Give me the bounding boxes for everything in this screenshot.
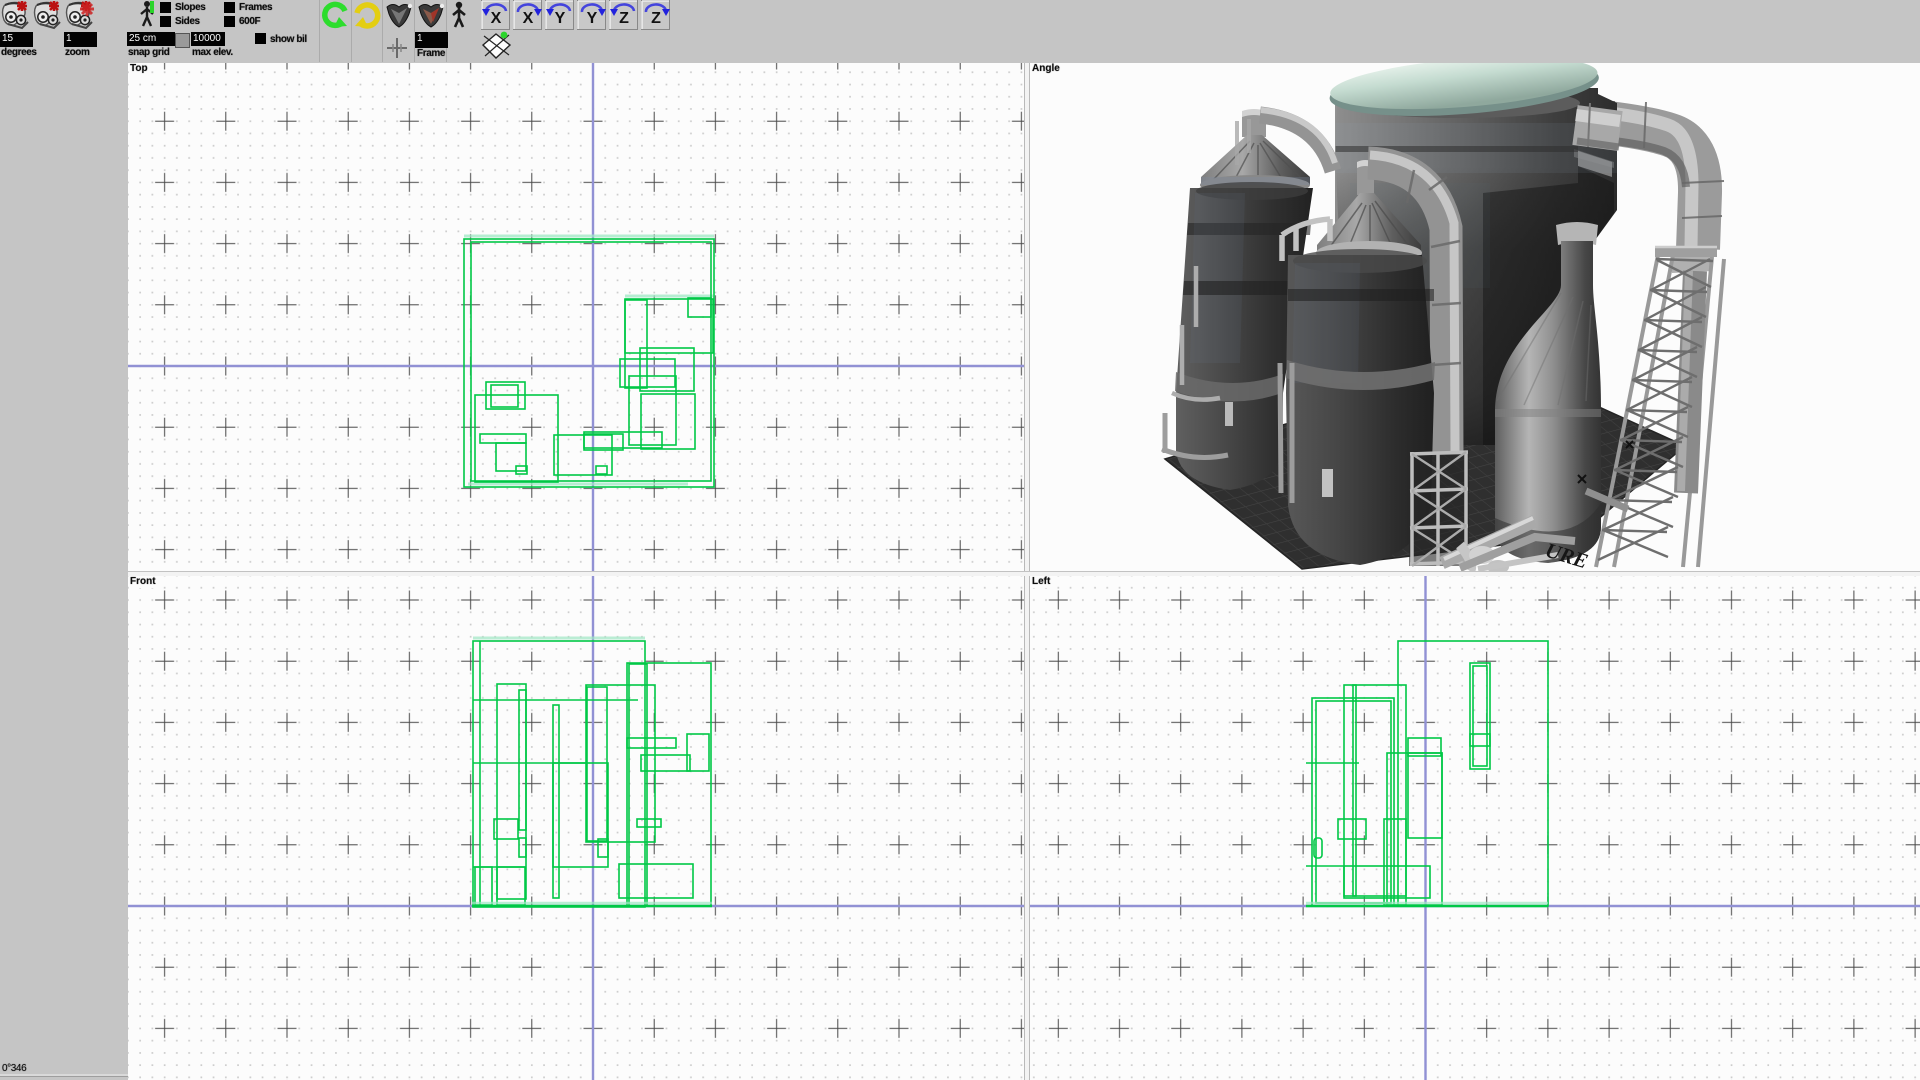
svg-text:Y: Y [587, 10, 598, 27]
svg-text:Z: Z [651, 10, 661, 27]
svg-text:X: X [523, 10, 534, 27]
svg-text:X: X [491, 10, 502, 27]
svg-text:Z: Z [619, 10, 629, 27]
svg-text:Y: Y [555, 10, 566, 27]
